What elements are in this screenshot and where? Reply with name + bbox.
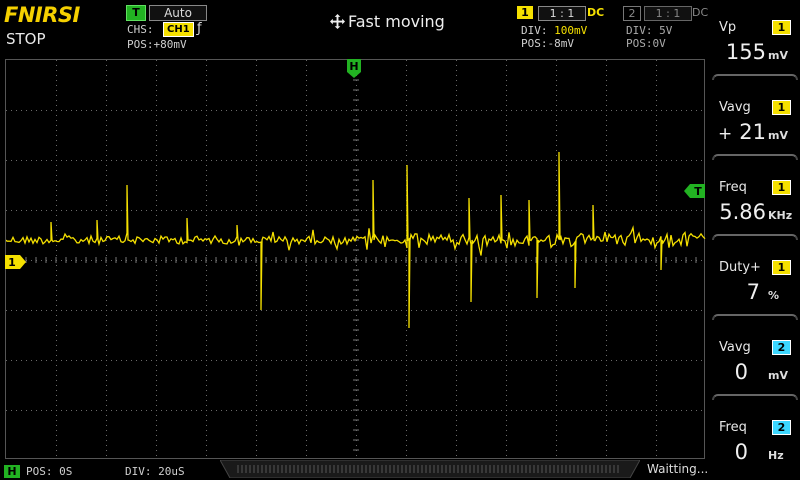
ch2-badge[interactable]: 2 [623,6,641,21]
ch1-marker-label: 1 [8,256,16,269]
ch2-div-value: 5V [659,24,673,37]
trigger-badge: T [126,5,146,21]
measurement-value: 21 [739,120,766,144]
ch2-pos-label: POS: [626,37,653,50]
measurement-channel-badge: 1 [772,260,791,275]
measurement-label: Vp [719,20,737,35]
trigger-level-marker[interactable]: T [684,184,706,199]
measurement-unit: mV [768,129,788,142]
measurement-freq-ch1[interactable]: Freq 1 5.86 KHz [710,160,800,240]
ch1-div-value: 100mV [554,24,588,37]
horizontal-position-marker[interactable]: H [346,59,362,79]
hpos-value: 0S [59,465,73,478]
mode-message-text: Fast moving [348,12,445,31]
time-per-div[interactable]: DIV: 20uS [125,465,185,478]
measurement-label: Vavg [719,340,751,355]
ch2-volts-div: DIV: 5V [626,24,672,37]
measurement-vavg-ch1[interactable]: Vavg 1 + 21 mV [710,80,800,160]
h-marker-label: H [349,60,358,73]
measurement-unit: Hz [768,449,784,462]
ch2-coupling[interactable]: DC [692,6,708,19]
measurement-vavg-ch2[interactable]: Vavg 2 0 mV [710,320,800,400]
ch2-pos-value: 0V [652,37,666,50]
trigger-mode-button[interactable]: Auto [149,5,207,21]
measurement-channel-badge: 1 [772,180,791,195]
rising-edge-icon[interactable]: ƒ [197,21,202,36]
measurement-unit: mV [768,49,788,62]
measurement-unit: KHz [768,209,793,222]
trigger-source-value[interactable]: CH1 [163,22,194,37]
measurement-channel-badge: 2 [772,340,791,355]
measurement-value: 155 [725,40,766,64]
measurement-unit: mV [768,369,788,382]
run-stop-status[interactable]: STOP [6,30,46,48]
measurement-channel-badge: 1 [772,100,791,115]
ch1-probe-ratio[interactable]: 1 : 1 [538,6,586,21]
measurement-value: 7 [746,280,760,304]
trigger-position: POS:+80mV [127,38,187,51]
ch1-badge[interactable]: 1 [517,6,533,19]
trigger-pos-label: POS: [127,38,154,51]
measurement-value: 0 [734,360,748,384]
measurement-value: 0 [734,440,748,464]
hdiv-value: 20uS [158,465,185,478]
measurement-panel: Vp 1 155 mV Vavg 1 + 21 mV Freq 1 5.86 K… [710,0,800,480]
measurement-unit: % [768,289,780,302]
mode-message: Fast moving [330,12,445,31]
acquisition-status: Waitting... [647,462,709,476]
measurement-channel-badge: 1 [772,20,791,35]
trigger-source-label: CHS: [127,23,154,36]
measurement-label: Duty+ [719,260,761,275]
timebase-badge: H [4,465,20,478]
move-arrows-icon [330,14,345,29]
ch1-div-label: DIV: [521,24,548,37]
ch1-offset-marker[interactable]: 1 [5,255,27,270]
ch2-position: POS:0V [626,37,666,50]
measurement-vp[interactable]: Vp 1 155 mV [710,0,800,80]
measurement-label: Vavg [719,100,751,115]
measurement-freq-ch2[interactable]: Freq 2 0 Hz [710,400,800,480]
grid [6,60,702,456]
measurement-label: Freq [719,420,747,435]
waveform-display[interactable] [5,59,706,460]
brand-logo: FNIRSI [4,3,80,27]
waveform-canvas[interactable] [6,60,706,460]
measurement-label: Freq [719,180,747,195]
measurement-value: 5.86 [719,200,766,224]
ch1-position: POS:-8mV [521,37,574,50]
trigger-marker-label: T [694,185,702,198]
ch1-coupling[interactable]: DC [587,6,604,19]
trigger-pos-value: +80mV [153,38,187,51]
ch2-probe-ratio[interactable]: 1 : 1 [644,6,692,21]
ch1-pos-value: -8mV [547,37,575,50]
ch1-trace [6,151,706,329]
measurement-channel-badge: 2 [772,420,791,435]
ch1-volts-div: DIV: 100mV [521,24,587,37]
measurement-duty-ch1[interactable]: Duty+ 1 7 % [710,240,800,320]
hdiv-label: DIV: [125,465,152,478]
ch1-pos-label: POS: [521,37,548,50]
horizontal-position[interactable]: POS: 0S [26,465,72,478]
ch2-div-label: DIV: [626,24,653,37]
memory-position-bar[interactable] [220,460,640,478]
hpos-label: POS: [26,465,53,478]
